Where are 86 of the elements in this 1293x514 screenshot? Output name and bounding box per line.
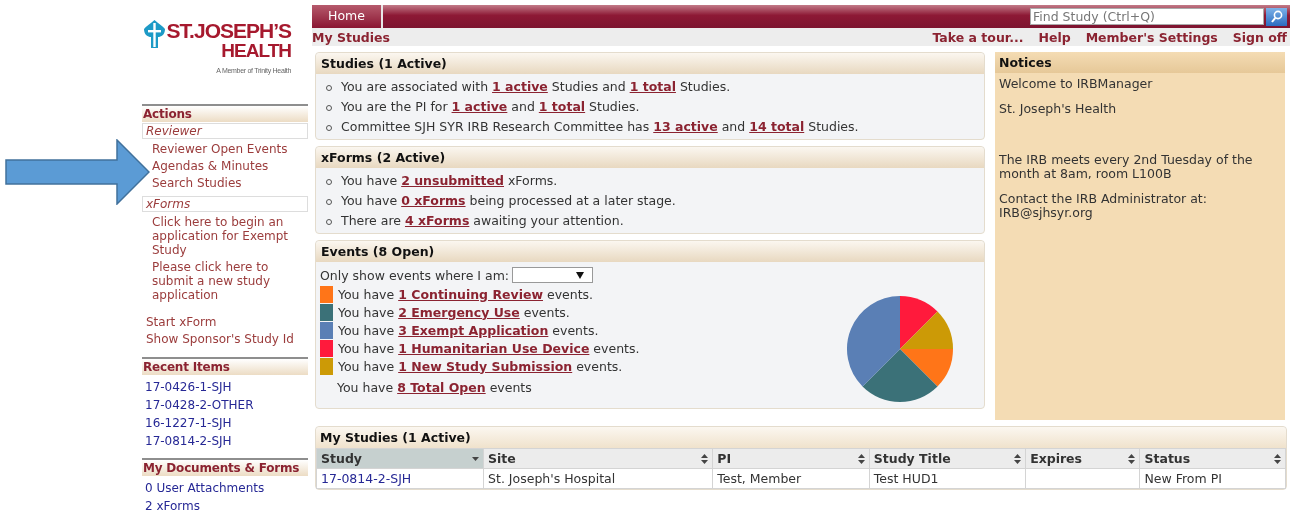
column-header[interactable]: Study Title [869,448,1026,469]
filter-label: Only show events where I am: [320,267,510,283]
column-header[interactable]: Site [483,448,713,469]
sort-icon [701,453,709,464]
count-link[interactable]: 1 active [451,99,508,114]
count-link[interactable]: 8 Total Open [397,380,486,395]
count-link[interactable]: 1 active [492,79,548,94]
count-link[interactable]: 2 Emergency Use [398,304,520,320]
count-link[interactable]: 3 Exempt Application [398,322,549,338]
search-field[interactable]: Find Study (Ctrl+Q) [1030,8,1264,25]
header-link[interactable]: Help [1038,29,1071,45]
table-cell: New From PI [1139,468,1286,489]
notice-text: The IRB meets every 2nd Tuesday of the month at 8am, room L100B [999,153,1254,181]
sort-icon [1128,453,1136,464]
count-link[interactable]: 1 total [629,79,676,94]
summary-text: Committee SJH SYR IRB Research Committee has 13 active and 14 total Studies. [341,119,859,134]
count-link[interactable]: 1 total [538,99,586,114]
search-button[interactable] [1266,7,1287,26]
notice-text: St. Joseph's Health [999,102,1118,116]
column-header[interactable]: Status [1139,448,1286,469]
sidebar-link[interactable]: 17-0428-2-OTHER [145,396,308,414]
sidebar-link[interactable]: Agendas & Minutes [152,159,308,173]
group-header: Reviewer [142,123,308,139]
logo-text: HEALTH [221,42,291,60]
nav-tab[interactable]: Home [312,5,383,28]
sort-icon [1014,453,1022,464]
sort-icon [857,453,865,464]
count-link[interactable]: 1 Continuing Review [398,286,543,302]
count-link[interactable]: 14 total [749,119,805,134]
cross-icon [143,20,165,48]
table-cell: Test HUD1 [869,468,1026,489]
panel-header: Studies (1 Active) [316,53,984,74]
study-link[interactable]: 17-0814-2-SJH [316,468,484,489]
count-link[interactable]: 2 unsubmitted [401,173,504,188]
summary-text: You are the PI for 1 active and 1 total Studies. [341,99,640,114]
section-header: Recent Items [142,357,308,375]
column-header[interactable]: Expires [1025,448,1140,469]
header-link[interactable]: Sign off [1232,29,1287,45]
summary-text: You are associated with 1 active Studies and 1 total Studies. [341,79,731,94]
sidebar-link[interactable]: 16-1227-1-SJH [145,414,308,432]
summary-text: You have 1 Continuing Review events. [338,286,594,302]
table-cell: Test, Member [712,468,870,489]
table-cell: St. Joseph's Hospital [483,468,713,489]
section-header: Actions [142,104,308,122]
caret-icon [472,456,480,461]
sidebar-link[interactable]: Please click here to submit a new study application [152,260,308,302]
notice-text: Welcome to IRBManager [999,77,1154,91]
count-link[interactable]: 4 xForms [404,213,470,228]
panel-header: Notices [995,52,1285,73]
sidebar-link[interactable]: 2 xForms [145,497,308,514]
notice-text: Contact the IRB Administrator at: IRB@sjhsyr.org [999,192,1208,220]
summary-text: You have 2 unsubmitted xForms. [341,173,558,188]
section-header: My Documents & Forms [142,458,308,476]
page-title: My Studies [312,29,390,45]
count-link[interactable]: 13 active [653,119,718,134]
sidebar-link[interactable]: Reviewer Open Events [152,142,308,156]
summary-text: There are 4 xForms awaiting your attention. [341,213,624,228]
sidebar-link[interactable]: 17-0426-1-SJH [145,378,308,396]
sidebar-link[interactable]: Start xForm [146,315,308,329]
column-header[interactable]: Study [316,448,484,469]
count-link[interactable]: 1 New Study Submission [398,358,573,374]
summary-text: You have 1 New Study Submission events. [338,358,623,374]
caret-icon [576,271,585,279]
count-link[interactable]: 0 xForms [401,193,466,208]
role-dropdown[interactable] [512,267,594,283]
panel-header: xForms (2 Active) [316,147,984,168]
sort-icon [1274,453,1281,464]
summary-text: You have 8 Total Open events [337,380,532,395]
sidebar-link[interactable]: 0 User Attachments [145,479,308,497]
summary-text: You have 0 xForms being processed at a later stage. [341,193,676,208]
logo-text: ST.JOSEPH’S [166,20,291,42]
search-icon [1270,10,1283,23]
sidebar-link[interactable]: Search Studies [152,176,308,190]
sidebar-link[interactable]: Click here to begin an application for Exempt Study [152,215,308,257]
summary-text: You have 3 Exempt Application events. [338,322,599,338]
header-link[interactable]: Member's Settings [1085,29,1218,45]
summary-text: You have 1 Humanitarian Use Device events. [338,340,640,356]
summary-text: You have 2 Emergency Use events. [338,304,570,320]
sidebar-link[interactable]: Show Sponsor's Study Id [146,332,308,346]
column-header[interactable]: PI [712,448,870,469]
sidebar-link[interactable]: 17-0814-2-SJH [145,432,308,450]
count-link[interactable]: 1 Humanitarian Use Device [398,340,590,356]
panel-header: My Studies (1 Active) [316,427,1286,448]
group-header: xForms [142,196,308,212]
header-link[interactable]: Take a tour... [932,29,1024,45]
panel-header: Events (8 Open) [316,241,984,262]
